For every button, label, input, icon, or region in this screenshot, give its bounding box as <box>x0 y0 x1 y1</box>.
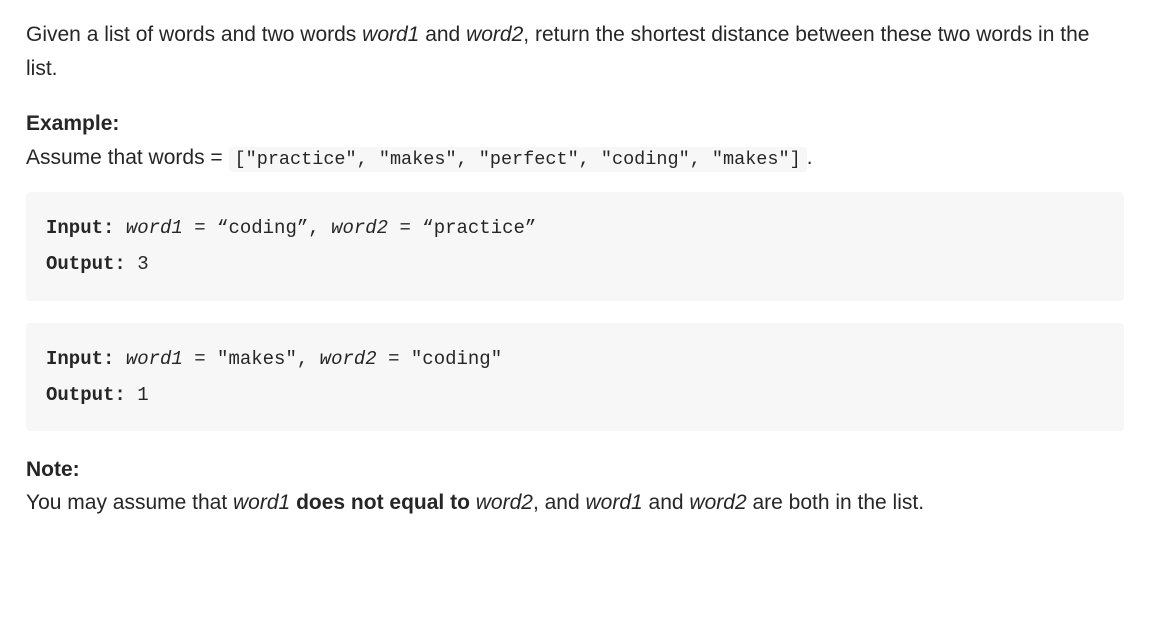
example-section: Example: Assume that words = ["practice"… <box>26 107 1124 174</box>
word1-label: word1 <box>126 348 183 370</box>
word2-token: word2 <box>476 491 533 514</box>
w1-assign: = “coding”, <box>183 217 331 239</box>
input-label: Input: <box>46 348 114 370</box>
assume-suffix: . <box>807 146 813 169</box>
word1-label: word1 <box>126 217 183 239</box>
w1-assign: = "makes", <box>183 348 320 370</box>
assume-text: Assume that words = <box>26 146 229 169</box>
words-array-code: ["practice", "makes", "perfect", "coding… <box>229 147 807 172</box>
note-text: , and <box>533 491 586 514</box>
input-label: Input: <box>46 217 114 239</box>
note-emphasis: does not equal to <box>296 491 470 514</box>
word1-token: word1 <box>233 491 290 514</box>
w2-assign: = "coding" <box>377 348 502 370</box>
output-value: 1 <box>126 384 149 406</box>
note-section: Note: You may assume that word1 does not… <box>26 453 1124 520</box>
intro-text: Given a list of words and two words <box>26 23 362 46</box>
note-label: Note: <box>26 453 1124 487</box>
word2-label: word2 <box>331 217 388 239</box>
example-block-1: Input: word1 = “coding”, word2 = “practi… <box>26 192 1124 300</box>
note-text: are both in the list. <box>747 491 924 514</box>
word2-label: word2 <box>320 348 377 370</box>
word2-token: word2 <box>689 491 746 514</box>
word1-token: word1 <box>362 23 419 46</box>
intro-text: and <box>419 23 466 46</box>
output-label: Output: <box>46 384 126 406</box>
note-text: and <box>643 491 690 514</box>
word1-token: word1 <box>586 491 643 514</box>
note-text: You may assume that <box>26 491 233 514</box>
w2-assign: = “practice” <box>388 217 536 239</box>
output-label: Output: <box>46 253 126 275</box>
output-value: 3 <box>126 253 149 275</box>
word2-token: word2 <box>466 23 523 46</box>
problem-intro: Given a list of words and two words word… <box>26 18 1124 85</box>
example-block-2: Input: word1 = "makes", word2 = "coding"… <box>26 323 1124 431</box>
example-label: Example: <box>26 107 1124 141</box>
